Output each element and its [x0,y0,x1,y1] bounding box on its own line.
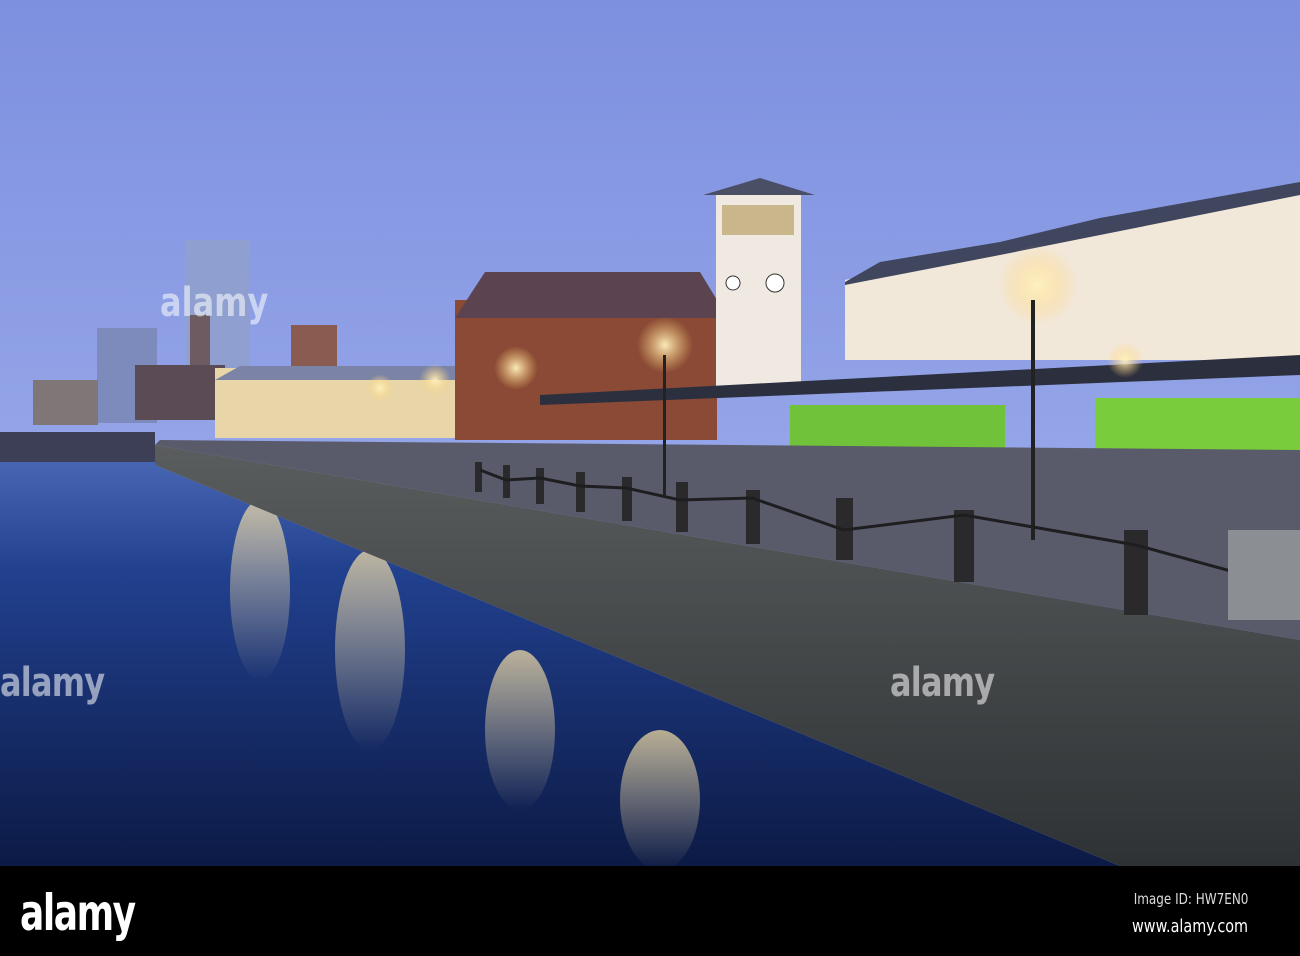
utility-box [1228,530,1300,620]
watermark: alamy [0,660,105,706]
harbor-night-scene: alamy alamy alamy [0,0,1300,866]
footer-bar: alamy Image ID: HW7EN0 www.alamy.com [0,866,1300,956]
scene-illustration [0,0,1300,866]
watermark: alamy [160,280,269,326]
stock-photo: alamy alamy alamy alamy Image ID: HW7EN0… [0,0,1300,956]
alamy-logo: alamy [20,884,136,942]
image-id: Image ID: HW7EN0 [1133,890,1248,908]
clock-tower [703,178,815,390]
watermark: alamy [890,660,995,706]
website-link: www.alamy.com [1131,916,1248,937]
